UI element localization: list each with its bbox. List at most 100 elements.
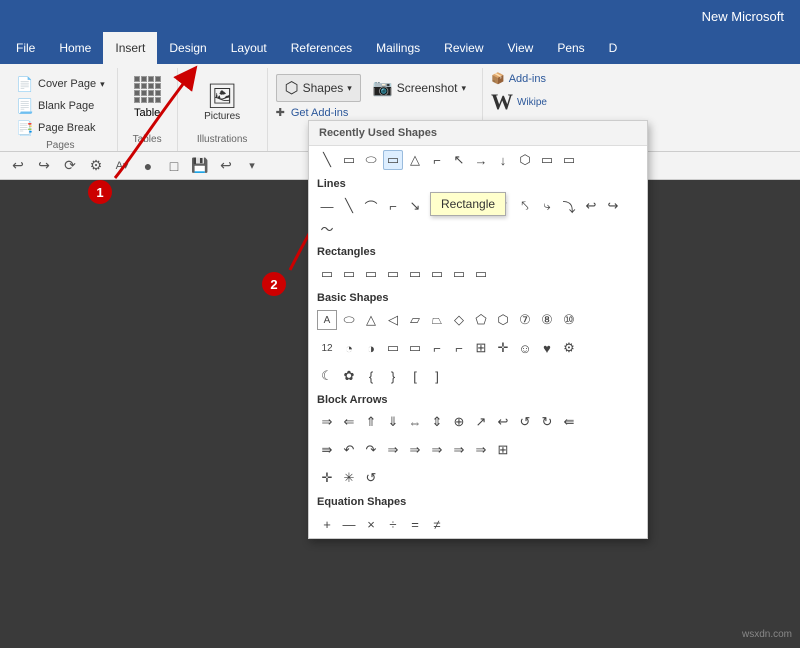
ba-loop[interactable]: ↺ bbox=[361, 468, 381, 488]
screenshot-button[interactable]: 📷 Screenshot ▾ bbox=[365, 74, 474, 102]
bs-hex[interactable]: ⬡ bbox=[493, 310, 513, 330]
eq-div[interactable]: ÷ bbox=[383, 514, 403, 534]
bs-pie[interactable]: ◔ bbox=[339, 338, 359, 358]
tab-insert[interactable]: Insert bbox=[103, 32, 157, 64]
bs-ellipse[interactable]: ⬭ bbox=[339, 310, 359, 330]
shape-hex1[interactable]: ⬡ bbox=[515, 150, 535, 170]
shape-arrow2[interactable]: → bbox=[471, 150, 491, 170]
ba-ur[interactable]: ↗ bbox=[471, 412, 491, 432]
ba-fat6[interactable]: ⊞ bbox=[493, 440, 513, 460]
bs-chord[interactable]: ◑ bbox=[361, 338, 381, 358]
blank-page-btn[interactable]: 📃 Blank Page bbox=[12, 96, 109, 116]
bs-ten[interactable]: ⑩ bbox=[559, 310, 579, 330]
shape-dline[interactable]: ╲ bbox=[339, 196, 359, 216]
ba-ud[interactable]: ⇕ bbox=[427, 412, 447, 432]
shape-hline[interactable]: — bbox=[317, 196, 337, 216]
ba-l[interactable]: ⇐ bbox=[339, 412, 359, 432]
ba-curl1[interactable]: ↩ bbox=[493, 412, 513, 432]
bs-plus[interactable]: ⊞ bbox=[471, 338, 491, 358]
shape-arrow3[interactable]: ↓ bbox=[493, 150, 513, 170]
qa-more-icon[interactable]: ▾ bbox=[242, 156, 262, 176]
qa-shape-icon[interactable]: □ bbox=[164, 156, 184, 176]
bs-heart[interactable]: ♥ bbox=[537, 338, 557, 358]
qa-undo-icon[interactable]: ↩ bbox=[8, 156, 28, 176]
eq-times[interactable]: × bbox=[361, 514, 381, 534]
shape-arrow-c6[interactable]: ↪ bbox=[603, 196, 623, 216]
bs-corner[interactable]: ⌐ bbox=[427, 338, 447, 358]
rect-s3[interactable]: ▭ bbox=[361, 264, 381, 284]
ba-up1[interactable]: ↶ bbox=[339, 440, 359, 460]
rect-s2[interactable]: ▭ bbox=[339, 264, 359, 284]
shape-arrow-c5[interactable]: ↩ bbox=[581, 196, 601, 216]
ba-curl2[interactable]: ↺ bbox=[515, 412, 535, 432]
tab-mailings[interactable]: Mailings bbox=[364, 32, 432, 64]
shape-arrow-c3[interactable]: ⤷ bbox=[537, 196, 557, 216]
shape-rect2[interactable]: ▭ bbox=[383, 150, 403, 170]
tab-home[interactable]: Home bbox=[47, 32, 103, 64]
qa-undo2-icon[interactable]: ↩ bbox=[216, 156, 236, 176]
ba-r[interactable]: ⇒ bbox=[317, 412, 337, 432]
shape-arc1[interactable]: ⌒ bbox=[361, 196, 381, 216]
eq-neq[interactable]: ≠ bbox=[427, 514, 447, 534]
shape-corner1[interactable]: ⌐ bbox=[427, 150, 447, 170]
tab-view[interactable]: View bbox=[496, 32, 546, 64]
bs-frame[interactable]: ▭ bbox=[383, 338, 403, 358]
bs-bracket1[interactable]: [ bbox=[405, 366, 425, 386]
bs-tri[interactable]: △ bbox=[361, 310, 381, 330]
ba-u[interactable]: ⇑ bbox=[361, 412, 381, 432]
shape-ellipse1[interactable]: ⬭ bbox=[361, 150, 381, 170]
bs-half[interactable]: ▭ bbox=[405, 338, 425, 358]
eq-eq[interactable]: = bbox=[405, 514, 425, 534]
bs-para[interactable]: ▱ bbox=[405, 310, 425, 330]
ba-strip1[interactable]: ⇚ bbox=[559, 412, 579, 432]
tab-references[interactable]: References bbox=[279, 32, 364, 64]
bs-textbox[interactable]: A bbox=[317, 310, 337, 330]
rect-s6[interactable]: ▭ bbox=[427, 264, 447, 284]
bs-flower[interactable]: ✿ bbox=[339, 366, 359, 386]
shape-arrow-c4[interactable]: ⤵ bbox=[559, 196, 579, 216]
bs-smile[interactable]: ☺ bbox=[515, 338, 535, 358]
eq-minus[interactable]: — bbox=[339, 514, 359, 534]
bs-moon[interactable]: ☾ bbox=[317, 366, 337, 386]
bs-bracket2[interactable]: ] bbox=[427, 366, 447, 386]
bs-corner2[interactable]: ⌐ bbox=[449, 338, 469, 358]
tab-file[interactable]: File bbox=[4, 32, 47, 64]
bs-brace1[interactable]: { bbox=[361, 366, 381, 386]
ba-curl3[interactable]: ↻ bbox=[537, 412, 557, 432]
bs-12[interactable]: 12 bbox=[317, 338, 337, 358]
shape-squig[interactable]: 〜 bbox=[317, 218, 337, 238]
page-break-btn[interactable]: 📑 Page Break bbox=[12, 118, 109, 138]
addins-label-btn[interactable]: 📦 Add-ins bbox=[491, 72, 554, 85]
shape-tri1[interactable]: △ bbox=[405, 150, 425, 170]
wiki-item[interactable]: W Wikipe bbox=[491, 89, 554, 115]
cover-page-btn[interactable]: 📄 Cover Page ▾ bbox=[12, 74, 109, 94]
ba-quad[interactable]: ⊕ bbox=[449, 412, 469, 432]
shape-angle1[interactable]: ⌐ bbox=[383, 196, 403, 216]
rect-s7[interactable]: ▭ bbox=[449, 264, 469, 284]
bs-pent[interactable]: ⬠ bbox=[471, 310, 491, 330]
ba-up2[interactable]: ↷ bbox=[361, 440, 381, 460]
bs-brace2[interactable]: } bbox=[383, 366, 403, 386]
eq-plus[interactable]: + bbox=[317, 514, 337, 534]
ba-lr[interactable]: ⇔ bbox=[405, 412, 425, 432]
tab-layout[interactable]: Layout bbox=[219, 32, 279, 64]
ba-fat4[interactable]: ⇒ bbox=[449, 440, 469, 460]
qa-text-icon[interactable]: A▾ bbox=[112, 156, 132, 176]
bs-rtri[interactable]: ◁ bbox=[383, 310, 403, 330]
tab-design[interactable]: Design bbox=[157, 32, 218, 64]
get-addins-label[interactable]: Get Add-ins bbox=[291, 107, 348, 119]
ba-fat1[interactable]: ⇒ bbox=[383, 440, 403, 460]
bs-gear[interactable]: ⚙ bbox=[559, 338, 579, 358]
ba-fat3[interactable]: ⇒ bbox=[427, 440, 447, 460]
qa-fill-icon[interactable]: ● bbox=[138, 156, 158, 176]
qa-refresh-icon[interactable]: ⟳ bbox=[60, 156, 80, 176]
ba-snowflake[interactable]: ✳ bbox=[339, 468, 359, 488]
bs-hept[interactable]: ⑦ bbox=[515, 310, 535, 330]
ba-strip2[interactable]: ⇛ bbox=[317, 440, 337, 460]
tab-pens[interactable]: Pens bbox=[545, 32, 596, 64]
ba-d[interactable]: ⇓ bbox=[383, 412, 403, 432]
shape-rect3[interactable]: ▭ bbox=[537, 150, 557, 170]
qa-save-icon[interactable]: 💾 bbox=[190, 156, 210, 176]
rect-s8[interactable]: ▭ bbox=[471, 264, 491, 284]
ba-fat2[interactable]: ⇒ bbox=[405, 440, 425, 460]
